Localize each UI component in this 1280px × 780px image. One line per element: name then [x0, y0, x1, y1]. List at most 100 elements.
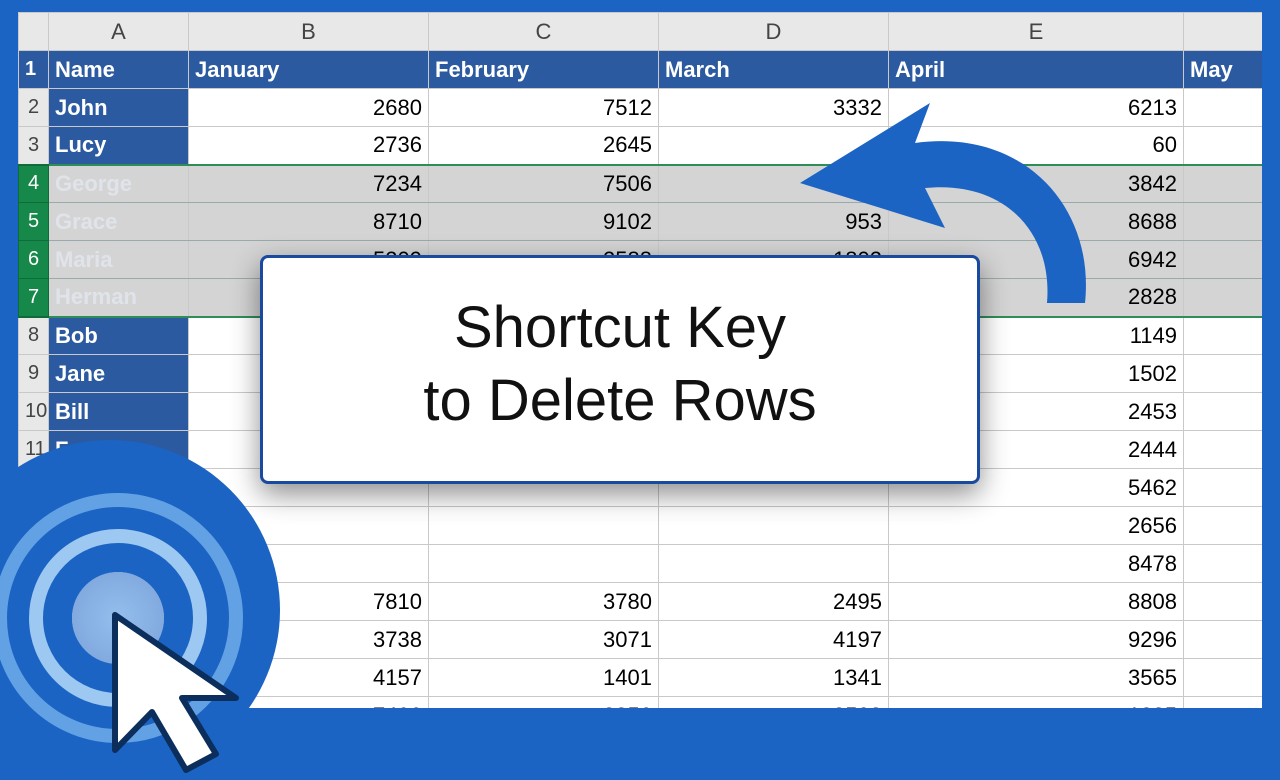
- col-label-February[interactable]: February: [429, 51, 659, 89]
- cell[interactable]: [189, 545, 429, 583]
- cell[interactable]: [1184, 393, 1263, 431]
- cell[interactable]: 7506: [429, 165, 659, 203]
- cell[interactable]: 60: [889, 127, 1184, 165]
- row-number[interactable]: 12: [19, 469, 49, 507]
- column-header-row[interactable]: A B C D E: [19, 13, 1263, 51]
- cell[interactable]: 3780: [429, 583, 659, 621]
- cell[interactable]: 3332: [659, 89, 889, 127]
- cell[interactable]: [1184, 279, 1263, 317]
- cell[interactable]: [1184, 317, 1263, 355]
- col-header-a[interactable]: A: [49, 13, 189, 51]
- cell[interactable]: [659, 507, 889, 545]
- col-header-b[interactable]: B: [189, 13, 429, 51]
- row-number[interactable]: 7: [19, 279, 49, 317]
- cell[interactable]: 8710: [189, 203, 429, 241]
- row-number[interactable]: 3: [19, 127, 49, 165]
- table-row[interactable]: 174157140113413565: [19, 659, 1263, 697]
- cell[interactable]: 4197: [659, 621, 889, 659]
- table-row[interactable]: 163738307141979296: [19, 621, 1263, 659]
- col-header-c[interactable]: C: [429, 13, 659, 51]
- cell[interactable]: 3508: [659, 697, 889, 709]
- cell-name[interactable]: [49, 659, 189, 697]
- table-row[interactable]: 3Lucy2736264560: [19, 127, 1263, 165]
- cell[interactable]: [1184, 165, 1263, 203]
- cell[interactable]: 9102: [429, 203, 659, 241]
- cell[interactable]: 7512: [429, 89, 659, 127]
- cell-name[interactable]: Bob: [49, 317, 189, 355]
- cell-name[interactable]: [49, 469, 189, 507]
- cell[interactable]: 6213: [889, 89, 1184, 127]
- cell-name[interactable]: Herman: [49, 279, 189, 317]
- cell-name[interactable]: Bill: [49, 393, 189, 431]
- col-label-March[interactable]: March: [659, 51, 889, 89]
- row-number[interactable]: 9: [19, 355, 49, 393]
- cell[interactable]: 8478: [889, 545, 1184, 583]
- table-row[interactable]: 157810378024958808: [19, 583, 1263, 621]
- cell[interactable]: [1184, 355, 1263, 393]
- cell[interactable]: [1184, 697, 1263, 709]
- table-row[interactable]: 18 7496385635081235: [19, 697, 1263, 709]
- cell[interactable]: [1184, 621, 1263, 659]
- col-label-April[interactable]: April: [889, 51, 1184, 89]
- cell-name[interactable]: George: [49, 165, 189, 203]
- cell-name[interactable]: Maria: [49, 241, 189, 279]
- cell[interactable]: [1184, 431, 1263, 469]
- cell[interactable]: [429, 545, 659, 583]
- cell[interactable]: 3842: [889, 165, 1184, 203]
- cell[interactable]: 3738: [189, 621, 429, 659]
- cell[interactable]: 3856: [429, 697, 659, 709]
- cell[interactable]: 2656: [889, 507, 1184, 545]
- cell[interactable]: 2495: [659, 583, 889, 621]
- cell[interactable]: 1235: [889, 697, 1184, 709]
- cell[interactable]: [1184, 507, 1263, 545]
- row-number[interactable]: 4: [19, 165, 49, 203]
- cell[interactable]: 2645: [429, 127, 659, 165]
- row-number[interactable]: 8: [19, 317, 49, 355]
- cell[interactable]: 7496: [189, 697, 429, 709]
- cell-name[interactable]: John: [49, 89, 189, 127]
- table-row[interactable]: 5Grace871091029538688: [19, 203, 1263, 241]
- row-number[interactable]: 14: [19, 545, 49, 583]
- table-row[interactable]: 4George723475063842: [19, 165, 1263, 203]
- col-header-d[interactable]: D: [659, 13, 889, 51]
- row-number[interactable]: 10: [19, 393, 49, 431]
- col-header-e[interactable]: E: [889, 13, 1184, 51]
- cell[interactable]: 2680: [189, 89, 429, 127]
- cell[interactable]: 8808: [889, 583, 1184, 621]
- cell[interactable]: [659, 165, 889, 203]
- cell[interactable]: [1184, 241, 1263, 279]
- cell[interactable]: [659, 127, 889, 165]
- cell[interactable]: [1184, 203, 1263, 241]
- cell-name[interactable]: Grace: [49, 203, 189, 241]
- col-header-f[interactable]: [1184, 13, 1263, 51]
- col-label-January[interactable]: January: [189, 51, 429, 89]
- cell-name[interactable]: [49, 621, 189, 659]
- col-label-name[interactable]: Name: [49, 51, 189, 89]
- row-number[interactable]: 18: [19, 697, 49, 709]
- row-number[interactable]: 6: [19, 241, 49, 279]
- row-number[interactable]: 2: [19, 89, 49, 127]
- cell-name[interactable]: [49, 545, 189, 583]
- table-row[interactable]: 13 2656: [19, 507, 1263, 545]
- cell[interactable]: [1184, 469, 1263, 507]
- cell-name[interactable]: Frank: [49, 431, 189, 469]
- cell[interactable]: [1184, 545, 1263, 583]
- row-number[interactable]: 11: [19, 431, 49, 469]
- row-number[interactable]: 13: [19, 507, 49, 545]
- cell[interactable]: [429, 507, 659, 545]
- select-all-corner[interactable]: [19, 13, 49, 51]
- cell[interactable]: [1184, 89, 1263, 127]
- cell[interactable]: 4157: [189, 659, 429, 697]
- table-row[interactable]: 14 8478: [19, 545, 1263, 583]
- cell-name[interactable]: [49, 583, 189, 621]
- cell[interactable]: 3071: [429, 621, 659, 659]
- cell[interactable]: 3565: [889, 659, 1184, 697]
- cell-name[interactable]: [49, 697, 189, 709]
- cell-name[interactable]: [49, 507, 189, 545]
- cell-name[interactable]: Lucy: [49, 127, 189, 165]
- cell[interactable]: [1184, 583, 1263, 621]
- cell[interactable]: 1401: [429, 659, 659, 697]
- cell[interactable]: 7810: [189, 583, 429, 621]
- cell[interactable]: 953: [659, 203, 889, 241]
- row-number[interactable]: 16: [19, 621, 49, 659]
